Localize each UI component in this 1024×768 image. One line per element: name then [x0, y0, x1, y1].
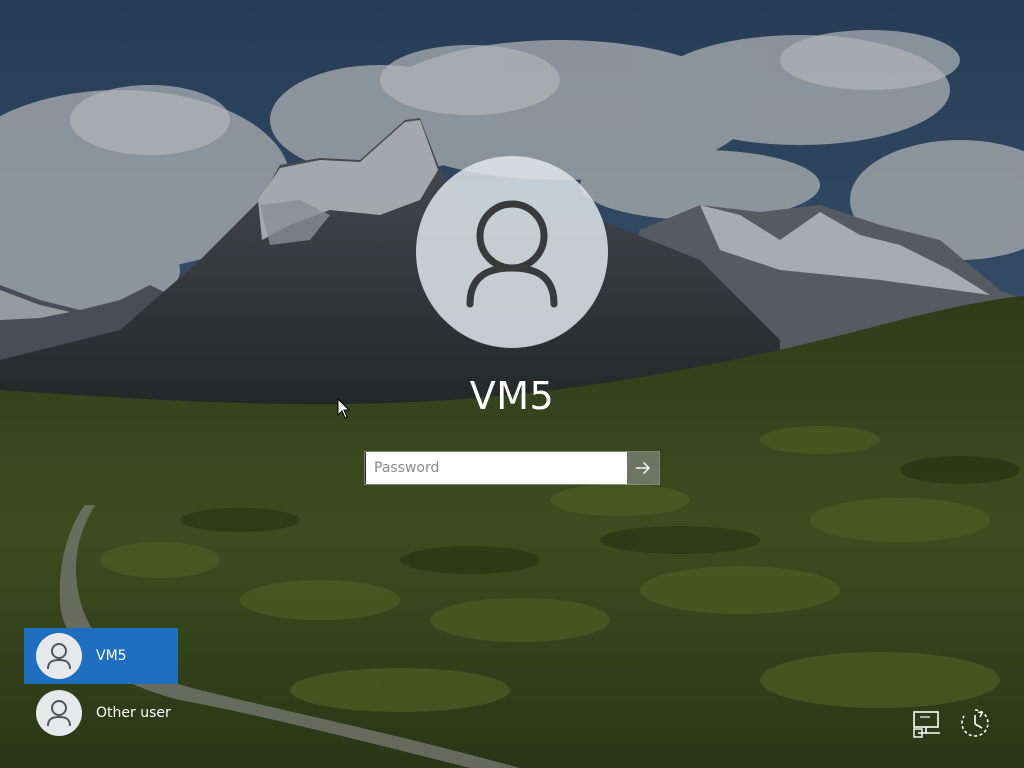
accessibility-icon	[961, 709, 989, 737]
submit-button[interactable]	[627, 452, 659, 484]
user-icon	[466, 200, 558, 308]
user-icon	[47, 700, 71, 727]
user-icon	[47, 643, 71, 670]
network-icon	[913, 711, 940, 738]
password-row	[364, 451, 660, 485]
user-avatar	[416, 156, 608, 348]
ease-of-access-button[interactable]	[958, 706, 992, 740]
user-avatar-small	[36, 633, 82, 679]
user-list-item-vm5[interactable]: VM5	[24, 628, 178, 684]
user-list-item-other-user[interactable]: Other user	[24, 685, 178, 741]
account-username: VM5	[469, 374, 555, 418]
user-list-label: VM5	[96, 648, 127, 664]
user-avatar-small	[36, 690, 82, 736]
mouse-cursor-icon	[337, 398, 351, 419]
user-list-label: Other user	[96, 705, 171, 721]
network-button[interactable]	[910, 706, 944, 740]
password-input[interactable]	[365, 452, 627, 484]
arrow-right-icon	[636, 462, 650, 474]
